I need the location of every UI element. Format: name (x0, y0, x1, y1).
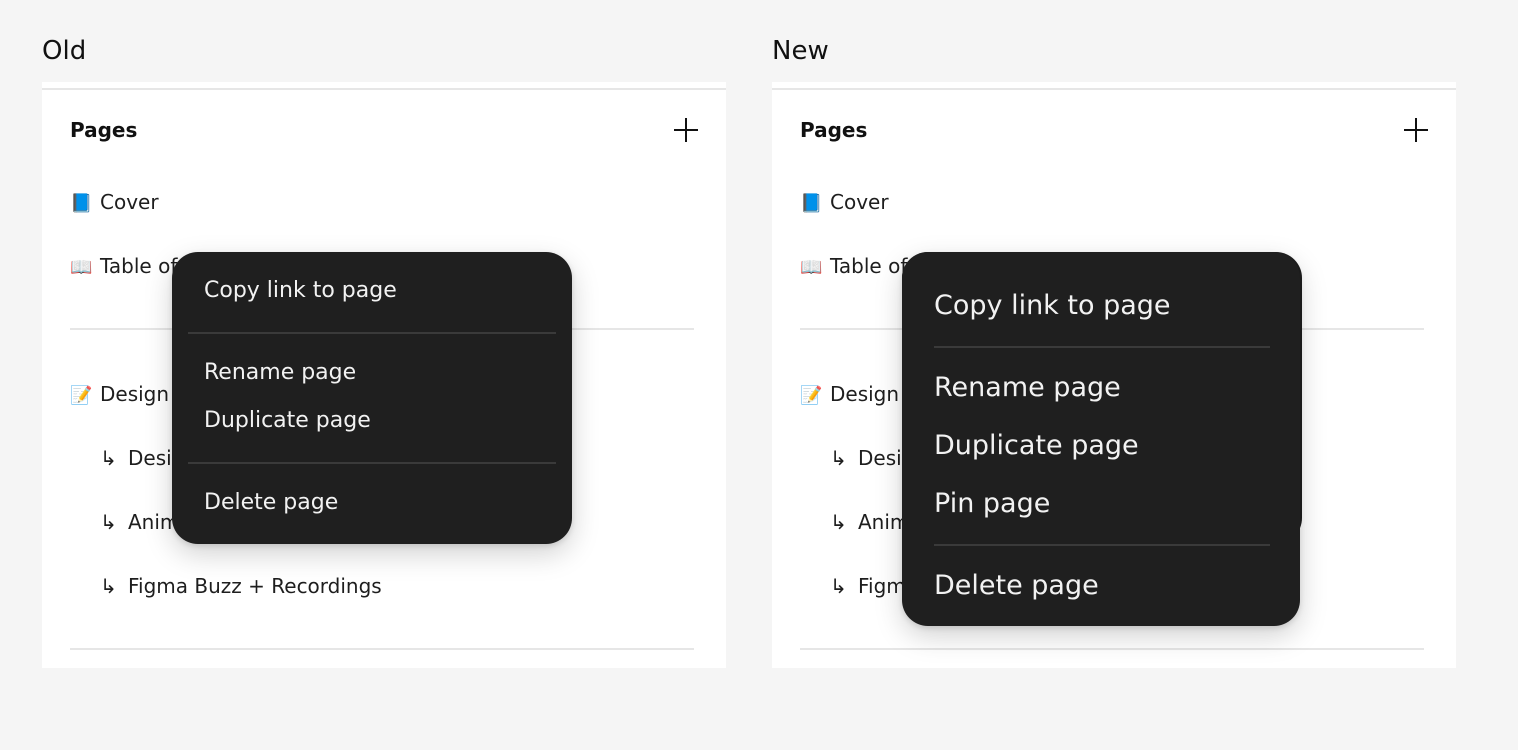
new-column-label: New (772, 36, 829, 66)
page-item-label: Table of (100, 254, 178, 278)
sub-arrow-icon: ↳ (100, 446, 117, 470)
sub-arrow-icon: ↳ (830, 446, 847, 470)
section-divider (70, 648, 694, 650)
old-column-label: Old (42, 36, 87, 66)
rename-page-menu-item[interactable]: Rename page (204, 360, 356, 385)
blue-book-icon: 📘 (800, 193, 823, 214)
plus-icon[interactable] (674, 118, 698, 142)
open-book-icon: 📖 (70, 257, 93, 278)
new-context-menu: Copy link to page Rename page Duplicate … (902, 252, 1300, 626)
sub-arrow-icon: ↳ (100, 510, 117, 534)
page-item-design[interactable]: 📝 Design (800, 381, 899, 407)
page-item-design-sub[interactable]: ↳ Desi (830, 445, 902, 471)
copy-link-menu-item[interactable]: Copy link to page (204, 278, 397, 303)
menu-separator (188, 462, 556, 464)
page-item-cover[interactable]: 📘 Cover (70, 189, 159, 215)
page-item-design-sub[interactable]: ↳ Desi (100, 445, 172, 471)
copy-link-menu-item[interactable]: Copy link to page (934, 290, 1171, 321)
sub-arrow-icon: ↳ (830, 510, 847, 534)
page-item-figma-buzz[interactable]: ↳ Figma Buzz + Recordings (100, 573, 382, 599)
pin-page-menu-item[interactable]: Pin page (934, 488, 1050, 519)
rename-page-menu-item[interactable]: Rename page (934, 372, 1121, 403)
page-item-label: Figma Buzz + Recordings (128, 574, 382, 598)
plus-icon[interactable] (1404, 118, 1428, 142)
page-item-cover[interactable]: 📘 Cover (800, 189, 889, 215)
section-divider (800, 648, 1424, 650)
menu-separator (934, 346, 1270, 348)
memo-icon: 📝 (70, 385, 93, 406)
blue-book-icon: 📘 (70, 193, 93, 214)
old-context-menu: Copy link to page Rename page Duplicate … (172, 252, 572, 544)
page-item-animation[interactable]: ↳ Anim (100, 509, 179, 535)
page-item-figma-buzz[interactable]: ↳ Figm (830, 573, 906, 599)
page-item-animation[interactable]: ↳ Anim (830, 509, 909, 535)
menu-separator (934, 544, 1270, 546)
panel-top-divider (772, 88, 1456, 90)
pages-title: Pages (800, 118, 868, 142)
page-item-table-of-contents[interactable]: 📖 Table of (800, 253, 907, 279)
page-item-design[interactable]: 📝 Design (70, 381, 169, 407)
delete-page-menu-item[interactable]: Delete page (934, 570, 1099, 601)
duplicate-page-menu-item[interactable]: Duplicate page (204, 408, 371, 433)
sub-arrow-icon: ↳ (830, 574, 847, 598)
menu-separator (188, 332, 556, 334)
page-item-label: Table of (830, 254, 908, 278)
page-item-table-of-contents[interactable]: 📖 Table of (70, 253, 177, 279)
page-item-label: Cover (100, 190, 159, 214)
page-item-label: Design (100, 382, 170, 406)
page-item-label: Design (830, 382, 900, 406)
page-item-label: Figm (858, 574, 906, 598)
pages-title: Pages (70, 118, 138, 142)
memo-icon: 📝 (800, 385, 823, 406)
delete-page-menu-item[interactable]: Delete page (204, 490, 338, 515)
panel-top-divider (42, 88, 726, 90)
open-book-icon: 📖 (800, 257, 823, 278)
sub-arrow-icon: ↳ (100, 574, 117, 598)
page-item-label: Desi (858, 446, 902, 470)
page-item-label: Desi (128, 446, 172, 470)
duplicate-page-menu-item[interactable]: Duplicate page (934, 430, 1139, 461)
page-item-label: Cover (830, 190, 889, 214)
